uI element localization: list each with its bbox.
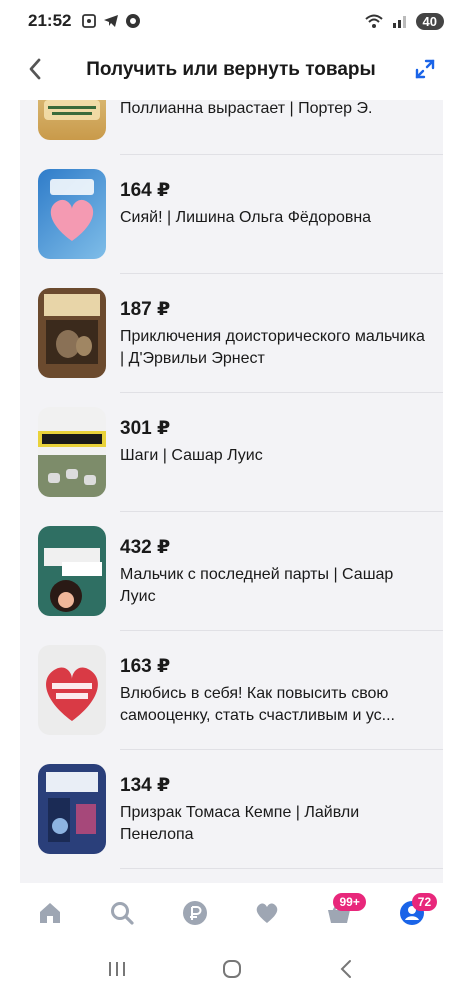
item-title: Сияй! | Лишина Ольга Фёдоровна bbox=[120, 209, 372, 226]
cart-badge: 99+ bbox=[333, 893, 366, 911]
list-item[interactable]: 301 ₽ Шаги | Сашар Луис bbox=[20, 393, 443, 512]
item-title: Поллианна вырастает | Портер Э. bbox=[120, 100, 373, 117]
product-list: Поллианна вырастает | Портер Э. 164 ₽ Си… bbox=[20, 100, 443, 883]
item-title: Шаги | Сашар Луис bbox=[120, 447, 263, 464]
system-navigation bbox=[0, 943, 462, 1000]
item-price: 432 ₽ bbox=[120, 537, 171, 558]
telegram-icon bbox=[104, 15, 119, 27]
book-cover-image bbox=[38, 288, 106, 378]
book-cover-image bbox=[38, 645, 106, 735]
expand-button[interactable] bbox=[410, 54, 440, 84]
screenshot-icon bbox=[82, 14, 97, 28]
profile-badge: 72 bbox=[411, 893, 438, 911]
item-price: 134 ₽ bbox=[120, 775, 171, 796]
expand-icon bbox=[415, 59, 435, 79]
status-notification-icons bbox=[81, 13, 141, 29]
page-title: Получить или вернуть товары bbox=[86, 59, 376, 80]
back-button[interactable] bbox=[18, 52, 52, 86]
app-leaf-icon bbox=[126, 14, 141, 28]
item-price: 187 ₽ bbox=[120, 299, 171, 320]
status-bar: 21:52 40 bbox=[0, 0, 462, 42]
item-title: Мальчик с последней парты | Сашар Луис bbox=[120, 566, 394, 605]
list-item[interactable]: 163 ₽ Влюбись в себя! Как повысить свою … bbox=[20, 631, 443, 750]
book-cover-image bbox=[38, 764, 106, 854]
search-icon bbox=[111, 902, 135, 925]
item-title: Приключения доисторического мальчика | Д… bbox=[120, 328, 425, 367]
chevron-left-icon bbox=[29, 58, 41, 80]
nav-cart[interactable]: 99+ bbox=[317, 891, 366, 935]
item-price: 301 ₽ bbox=[120, 418, 171, 439]
list-item[interactable]: 432 ₽ Мальчик с последней парты | Сашар … bbox=[20, 512, 443, 631]
nav-profile[interactable]: 72 bbox=[390, 891, 438, 935]
item-title: Призрак Томаса Кемпе | Лайвли Пенелопа bbox=[120, 804, 360, 843]
battery-indicator: 40 bbox=[415, 12, 444, 30]
nav-favorites[interactable] bbox=[245, 891, 289, 935]
book-cover-image bbox=[38, 526, 106, 616]
item-price: 164 ₽ bbox=[120, 180, 171, 201]
ruble-icon bbox=[182, 901, 207, 925]
status-system-icons: 40 bbox=[364, 12, 444, 30]
book-cover-image bbox=[38, 100, 106, 140]
system-back-icon bbox=[340, 960, 351, 978]
item-title: Влюбись в себя! Как повысить свою самооц… bbox=[120, 685, 395, 724]
home-button[interactable] bbox=[221, 958, 243, 985]
item-price: 163 ₽ bbox=[120, 656, 171, 677]
home-icon bbox=[40, 903, 61, 923]
book-cover-image bbox=[38, 407, 106, 497]
list-item[interactable]: Поллианна вырастает | Портер Э. bbox=[20, 100, 443, 155]
system-back-button[interactable] bbox=[336, 958, 356, 985]
list-item[interactable]: 187 ₽ Приключения доисторического мальчи… bbox=[20, 274, 443, 393]
list-item[interactable]: 164 ₽ Сияй! | Лишина Ольга Фёдоровна bbox=[20, 155, 443, 274]
book-cover-image bbox=[38, 169, 106, 259]
recents-button[interactable] bbox=[106, 959, 128, 984]
status-time: 21:52 bbox=[28, 11, 72, 30]
nav-search[interactable] bbox=[100, 891, 144, 935]
list-item[interactable]: 134 ₽ Призрак Томаса Кемпе | Лайвли Пене… bbox=[20, 750, 443, 869]
page-header: Получить или вернуть товары bbox=[0, 42, 462, 98]
wifi-icon bbox=[364, 14, 383, 28]
list-item[interactable] bbox=[20, 869, 443, 883]
heart-icon bbox=[256, 903, 278, 923]
signal-icon bbox=[392, 16, 406, 28]
home-circle-icon bbox=[222, 960, 241, 978]
nav-home[interactable] bbox=[28, 891, 72, 935]
bottom-navigation: 99+ 72 bbox=[0, 883, 462, 943]
recents-icon bbox=[109, 962, 126, 976]
nav-payments[interactable] bbox=[173, 891, 217, 935]
